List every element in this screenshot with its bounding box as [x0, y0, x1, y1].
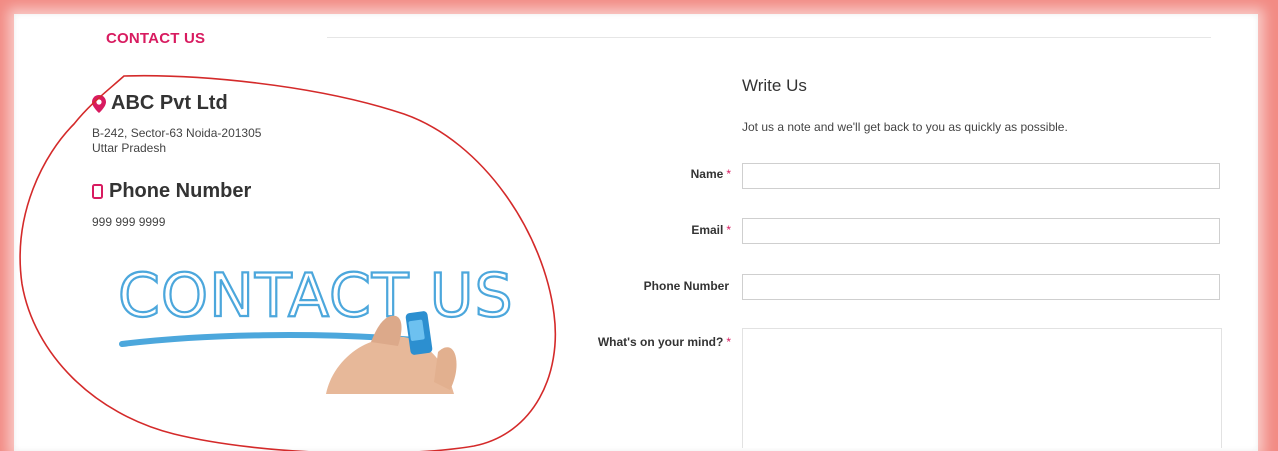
required-mark: * [726, 335, 731, 349]
form-subtitle: Jot us a note and we'll get back to you … [742, 120, 1068, 134]
required-mark: * [726, 167, 731, 181]
phone-number-input[interactable] [742, 274, 1220, 300]
contact-us-image-text: CONTACT US [118, 261, 514, 331]
phone-number-label-text: Phone Number [643, 279, 729, 293]
message-label: What's on your mind? * [574, 335, 731, 349]
company-name: ABC Pvt Ltd [111, 92, 228, 114]
phone-heading: Phone Number [92, 180, 251, 203]
required-mark: * [726, 223, 731, 237]
phone-number: 999 999 9999 [92, 215, 166, 229]
company-heading: ABC Pvt Ltd [92, 92, 228, 115]
name-label-text: Name [690, 167, 724, 181]
message-label-text: What's on your mind? [597, 335, 724, 349]
contact-us-image: CONTACT US [117, 260, 514, 394]
section-title: CONTACT US [106, 30, 206, 47]
email-label: Email * [574, 223, 731, 237]
email-label-text: Email [691, 223, 724, 237]
address-line-1: B-242, Sector-63 Noida-201305 [92, 126, 262, 140]
phone-number-label: Phone Number [574, 279, 729, 293]
form-title: Write Us [742, 76, 807, 95]
contact-page: CONTACT US ABC Pvt Ltd B-242, Sector-63 … [14, 14, 1258, 451]
address-line-2: Uttar Pradesh [92, 141, 167, 155]
email-input[interactable] [742, 218, 1220, 244]
name-input[interactable] [742, 163, 1220, 189]
message-textarea[interactable] [742, 328, 1222, 448]
company-address: B-242, Sector-63 Noida-201305 Uttar Prad… [92, 126, 261, 156]
name-label: Name * [574, 167, 731, 181]
title-divider [327, 37, 1211, 38]
map-pin-icon [92, 94, 106, 113]
mobile-phone-icon [92, 184, 103, 199]
phone-heading-label: Phone Number [109, 180, 252, 202]
